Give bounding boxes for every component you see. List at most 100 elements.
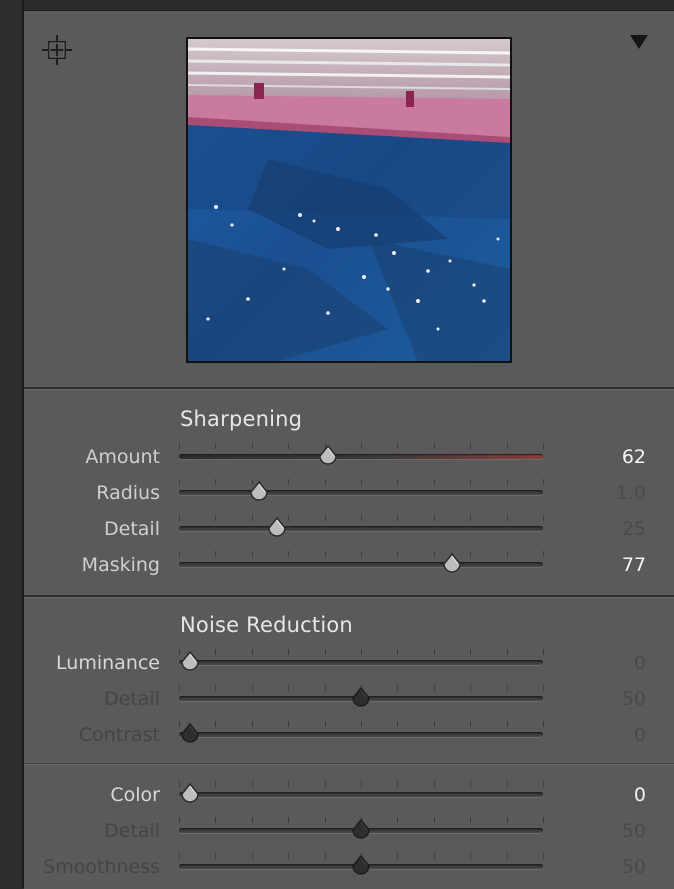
slider-tick xyxy=(397,551,399,557)
slider-tick xyxy=(288,853,290,859)
slider-tick xyxy=(543,649,544,655)
subsection-divider xyxy=(24,763,674,765)
slider-thumb[interactable] xyxy=(266,516,288,540)
slider-thumb[interactable] xyxy=(179,722,201,746)
slider-tick xyxy=(215,853,217,859)
slider-thumb[interactable] xyxy=(441,552,463,576)
slider-value[interactable]: 62 xyxy=(622,439,646,475)
slider-row-masking: Masking 77 xyxy=(24,547,674,583)
slider-tick xyxy=(470,781,472,787)
slider-ticks xyxy=(179,721,544,727)
slider-tick xyxy=(215,443,217,449)
slider-tick xyxy=(433,817,435,823)
slider-track[interactable] xyxy=(179,792,543,797)
slider-track[interactable] xyxy=(179,562,543,567)
slider-tick xyxy=(179,817,180,823)
slider-tick xyxy=(324,515,326,521)
slider-value[interactable]: 77 xyxy=(622,547,646,583)
slider-ticks xyxy=(179,515,544,521)
slider-row-contrast: Contrast 0 xyxy=(24,717,674,753)
slider-track[interactable] xyxy=(179,526,543,531)
slider-tick xyxy=(433,853,435,859)
slider-label: Smoothness xyxy=(43,856,160,878)
slider-thumb[interactable] xyxy=(350,854,372,878)
slider-thumb[interactable] xyxy=(179,650,201,674)
slider-tick xyxy=(215,721,217,727)
slider-tick xyxy=(251,853,253,859)
slider-tick xyxy=(288,817,290,823)
slider-track[interactable] xyxy=(179,660,543,665)
slider-tick xyxy=(215,515,217,521)
slider-tick xyxy=(397,853,399,859)
detail-preview-section xyxy=(24,11,674,387)
slider-tick xyxy=(215,817,217,823)
slider-tick xyxy=(397,649,399,655)
zoom-preview-image[interactable] xyxy=(186,37,512,363)
slider-tick xyxy=(251,649,253,655)
slider-tick xyxy=(251,721,253,727)
detail-panel: Sharpening Amount 62 Radius 1.0 Detail 25 Mask… xyxy=(24,10,674,889)
triangle-down-icon[interactable] xyxy=(628,33,650,51)
slider-label: Radius xyxy=(96,482,160,504)
slider-tick xyxy=(543,781,544,787)
slider-track[interactable] xyxy=(179,490,543,495)
slider-thumb[interactable] xyxy=(179,782,201,806)
slider-tick xyxy=(470,685,472,691)
slider-tick xyxy=(506,685,508,691)
slider-thumb[interactable] xyxy=(350,818,372,842)
section-divider xyxy=(24,387,674,390)
slider-track[interactable] xyxy=(179,732,543,737)
slider-value[interactable]: 50 xyxy=(622,813,646,849)
slider-tick xyxy=(361,781,362,787)
slider-tick xyxy=(324,817,326,823)
slider-tick xyxy=(251,443,253,449)
slider-tick xyxy=(324,551,326,557)
slider-ticks xyxy=(179,551,544,557)
slider-tick xyxy=(324,685,326,691)
crosshair-target-icon[interactable] xyxy=(40,33,74,67)
slider-tick xyxy=(433,443,435,449)
slider-ticks xyxy=(179,443,544,449)
slider-tick xyxy=(324,649,326,655)
slider-label: Amount xyxy=(85,446,160,468)
slider-value[interactable]: 0 xyxy=(634,645,646,681)
slider-label: Detail xyxy=(104,688,160,710)
slider-track[interactable] xyxy=(179,454,543,459)
slider-tick xyxy=(433,721,435,727)
slider-tick xyxy=(470,443,472,449)
slider-label: Luminance xyxy=(56,652,160,674)
slider-tick xyxy=(361,649,362,655)
slider-label: Contrast xyxy=(78,724,160,746)
slider-tick xyxy=(543,515,544,521)
slider-tick xyxy=(215,685,217,691)
slider-value[interactable]: 50 xyxy=(622,681,646,717)
slider-tick xyxy=(288,551,290,557)
slider-label: Color xyxy=(110,784,160,806)
slider-tick xyxy=(543,721,544,727)
slider-tick xyxy=(433,649,435,655)
slider-tick xyxy=(179,551,180,557)
slider-thumb[interactable] xyxy=(317,444,339,468)
slider-tick xyxy=(506,443,508,449)
slider-tick xyxy=(433,515,435,521)
slider-tick xyxy=(433,685,435,691)
slider-row-detail: Detail 25 xyxy=(24,511,674,547)
slider-thumb[interactable] xyxy=(350,686,372,710)
slider-tick xyxy=(215,479,217,485)
left-panel-gutter xyxy=(0,0,24,888)
slider-tick xyxy=(543,853,544,859)
slider-tick xyxy=(179,479,180,485)
slider-value[interactable]: 0 xyxy=(634,717,646,753)
slider-value[interactable]: 50 xyxy=(622,849,646,885)
slider-row-detail: Detail 50 xyxy=(24,813,674,849)
slider-ticks xyxy=(179,649,544,655)
slider-tick xyxy=(361,479,362,485)
slider-thumb[interactable] xyxy=(248,480,270,504)
slider-ticks xyxy=(179,781,544,787)
slider-value[interactable]: 1.0 xyxy=(616,475,646,511)
slider-tick xyxy=(543,817,544,823)
slider-value[interactable]: 0 xyxy=(634,777,646,813)
slider-row-smoothness: Smoothness 50 xyxy=(24,849,674,885)
slider-tick xyxy=(506,515,508,521)
slider-value[interactable]: 25 xyxy=(622,511,646,547)
